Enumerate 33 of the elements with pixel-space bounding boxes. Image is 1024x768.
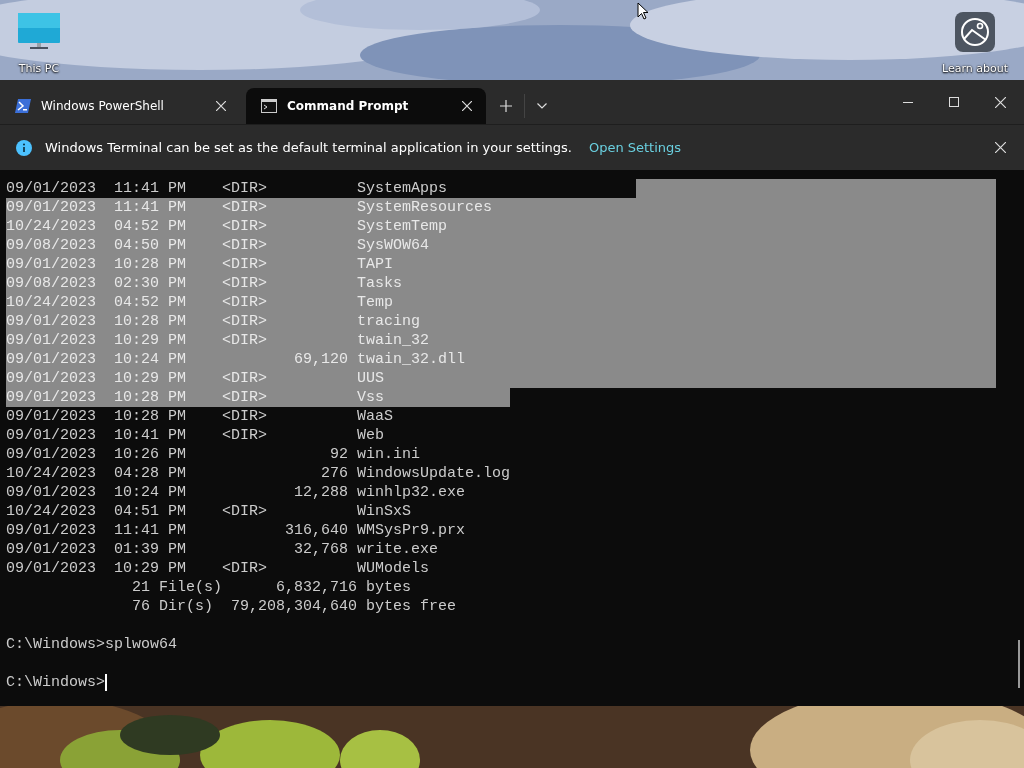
terminal-line: 09/01/2023 01:39 PM 32,768 write.exe (6, 540, 439, 559)
open-settings-link[interactable]: Open Settings (588, 140, 682, 155)
prompt-line: C:\Windows>splwow64 (6, 635, 178, 654)
scrollbar[interactable] (1018, 640, 1020, 688)
terminal-line: 09/01/2023 10:26 PM 92 win.ini (6, 445, 421, 464)
powershell-icon (15, 99, 31, 113)
console-icon (261, 99, 277, 113)
prompt-line: C:\Windows> (6, 673, 106, 692)
close-icon[interactable] (995, 142, 1006, 153)
info-message: Windows Terminal can be set as the default terminal application in your settings. (45, 140, 572, 155)
terminal-line: 10/24/2023 04:51 PM <DIR> WinSxS (6, 502, 412, 521)
plus-icon[interactable] (500, 100, 512, 112)
terminal-line: 09/01/2023 11:41 PM <DIR> SystemApps (6, 179, 448, 198)
terminal-line: 09/01/2023 10:28 PM <DIR> WaaS (6, 407, 394, 426)
terminal-line: 21 File(s) 6,832,716 bytes (131, 578, 412, 597)
minimize-icon[interactable] (903, 101, 913, 103)
terminal-line: 09/01/2023 10:41 PM <DIR> Web (6, 426, 385, 445)
info-icon (16, 139, 32, 156)
monitor-icon[interactable] (17, 12, 61, 52)
landscape-icon[interactable] (955, 12, 995, 52)
close-icon[interactable] (995, 96, 1006, 108)
tab[interactable]: Windows PowerShell (0, 88, 240, 124)
close-icon[interactable] (216, 101, 226, 111)
chevron-down-icon[interactable] (537, 103, 547, 109)
terminal-line: 76 Dir(s) 79,208,304,640 bytes free (131, 597, 457, 616)
maximize-icon[interactable] (949, 97, 959, 107)
terminal-line: 09/01/2023 10:24 PM 12,288 winhlp32.exe (6, 483, 466, 502)
terminal-line: 10/24/2023 04:28 PM 276 WindowsUpdate.log (6, 464, 511, 483)
tab[interactable]: Command Prompt (246, 88, 486, 124)
close-icon[interactable] (462, 101, 472, 111)
pointer-icon (637, 2, 649, 20)
terminal-line: 09/01/2023 11:41 PM 316,640 WMSysPr9.prx (6, 521, 466, 540)
terminal-line: 09/01/2023 10:29 PM <DIR> WUModels (6, 559, 430, 578)
